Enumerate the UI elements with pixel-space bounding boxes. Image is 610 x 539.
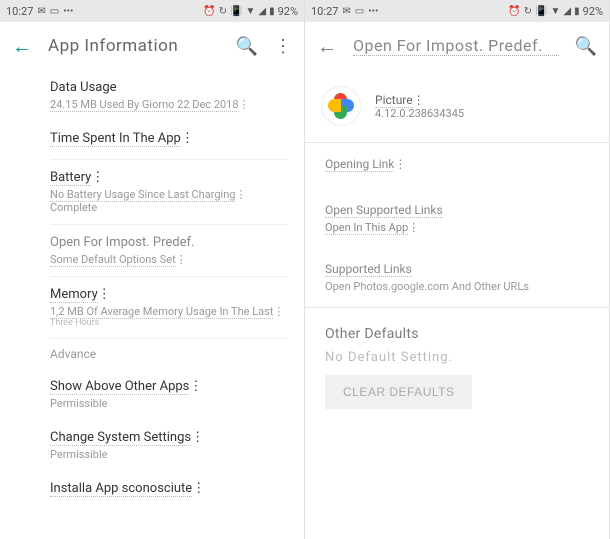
- notification-icon: ✉: [37, 6, 45, 17]
- screen-right: 10:27 ✉ ▭ ••• ⏰ ↻ 📳 ▼ ◢ ▮ 92% ← Open For…: [305, 0, 610, 539]
- page-title-right: Open For Impost. Predef.: [353, 36, 559, 56]
- app-name: Picture: [375, 93, 413, 108]
- open-supported-section[interactable]: Open Supported Links Open In This App⋮: [325, 189, 589, 248]
- vibrate-icon: 📳: [535, 6, 547, 17]
- battery-sub: No Battery Usage Since Last Charging: [50, 188, 235, 202]
- app-version: 4.12.0.238634345: [375, 107, 464, 120]
- status-time: 10:27: [6, 5, 33, 18]
- search-icon[interactable]: 🔍: [236, 36, 258, 57]
- no-defaults-text: No Default Setting.: [325, 350, 589, 365]
- wifi-icon: ▼: [245, 6, 255, 17]
- installa-section[interactable]: Installa App sconosciute⋮: [50, 471, 288, 509]
- supported-links-section[interactable]: Supported Links Open Photos.google.com A…: [325, 248, 589, 307]
- back-arrow-icon[interactable]: ←: [317, 34, 337, 59]
- open-supported-label: Open Supported Links: [325, 203, 443, 218]
- time-spent-label: Time Spent In The App: [50, 131, 181, 147]
- opening-link-section: Opening Link⋮: [325, 143, 589, 189]
- supported-links-label: Supported Links: [325, 262, 412, 277]
- supported-links-value: Open Photos.google.com And Other URLs: [325, 280, 589, 293]
- vibrate-icon: 📳: [230, 6, 242, 17]
- status-bar-right: 10:27 ✉ ▭ ••• ⏰ ↻ 📳 ▼ ◢ ▮ 92%: [305, 0, 609, 22]
- wifi-icon: ▼: [550, 6, 560, 17]
- back-arrow-icon[interactable]: ←: [12, 34, 32, 59]
- change-system-sub: Permissible: [50, 448, 288, 461]
- battery-section[interactable]: Battery⋮ No Battery Usage Since Last Cha…: [50, 160, 288, 225]
- show-above-sub: Permissible: [50, 397, 288, 410]
- open-default-sub: Some Default Options Set: [50, 253, 176, 267]
- signal-icon: ◢: [563, 6, 571, 17]
- change-system-section[interactable]: Change System Settings⋮ Permissible: [50, 420, 288, 471]
- data-usage-sub: 24.15 MB Used By Giorno 22 Dec 2018: [50, 98, 239, 112]
- opening-link-label: Opening Link: [325, 157, 394, 172]
- battery-percent: 92%: [278, 5, 298, 18]
- change-system-label: Change System Settings: [50, 430, 191, 446]
- battery-icon: ▮: [269, 6, 275, 17]
- sync-icon: ↻: [219, 6, 227, 17]
- data-usage-section[interactable]: Data Usage 24.15 MB Used By Giorno 22 De…: [50, 70, 288, 121]
- memory-label: Memory: [50, 287, 98, 303]
- open-default-label: Open For Impost. Predef.: [50, 235, 194, 250]
- more-notif-icon: •••: [368, 6, 378, 17]
- signal-icon: ◢: [258, 6, 266, 17]
- memory-section[interactable]: Memory⋮ 1,2 MB Of Average Memory Usage I…: [50, 277, 288, 339]
- show-above-section[interactable]: Show Above Other Apps⋮ Permissible: [50, 369, 288, 420]
- battery-icon: ▮: [574, 6, 580, 17]
- open-default-section[interactable]: Open For Impost. Predef. Some Default Op…: [50, 225, 288, 277]
- battery-percent-right: 92%: [583, 5, 603, 18]
- divider: [305, 307, 609, 308]
- app-icon: [321, 86, 361, 126]
- memory-sub2: Three Hours: [50, 318, 288, 328]
- time-spent-section[interactable]: Time Spent In The App⋮: [50, 121, 288, 160]
- notification-icon: ✉: [342, 6, 350, 17]
- memory-sub: 1,2 MB Of Average Memory Usage In The La…: [50, 305, 273, 319]
- battery-label: Battery: [50, 170, 91, 186]
- app-bar-right: ← Open For Impost. Predef. 🔍: [305, 22, 609, 70]
- other-defaults-label: Other Defaults: [325, 326, 589, 342]
- clear-defaults-button[interactable]: CLEAR DEFAULTS: [325, 375, 472, 409]
- battery-sub2: Complete: [50, 201, 288, 214]
- show-above-label: Show Above Other Apps: [50, 379, 189, 395]
- open-supported-value: Open In This App: [325, 221, 408, 235]
- app-header: Picture⋮ 4.12.0.238634345: [305, 70, 609, 142]
- more-menu-icon[interactable]: ⋮: [274, 36, 292, 57]
- calendar-icon: ▭: [50, 6, 59, 17]
- data-usage-label: Data Usage: [50, 80, 288, 95]
- alarm-icon: ⏰: [508, 6, 520, 17]
- advance-label: Advance: [50, 339, 288, 369]
- status-time-right: 10:27: [311, 5, 338, 18]
- installa-label: Installa App sconosciute: [50, 481, 192, 497]
- alarm-icon: ⏰: [203, 6, 215, 17]
- search-icon[interactable]: 🔍: [575, 36, 597, 57]
- more-notif-icon: •••: [63, 6, 73, 17]
- google-photos-icon: [328, 93, 354, 119]
- content-right: Opening Link⋮ Open Supported Links Open …: [305, 143, 609, 409]
- status-bar: 10:27 ✉ ▭ ••• ⏰ ↻ 📳 ▼ ◢ ▮ 92%: [0, 0, 304, 22]
- page-title: App Information: [48, 36, 220, 56]
- calendar-icon: ▭: [355, 6, 364, 17]
- content-left: Data Usage 24.15 MB Used By Giorno 22 De…: [0, 70, 304, 509]
- app-bar: ← App Information 🔍 ⋮: [0, 22, 304, 70]
- sync-icon: ↻: [524, 6, 532, 17]
- screen-left: 10:27 ✉ ▭ ••• ⏰ ↻ 📳 ▼ ◢ ▮ 92% ← App Info…: [0, 0, 305, 539]
